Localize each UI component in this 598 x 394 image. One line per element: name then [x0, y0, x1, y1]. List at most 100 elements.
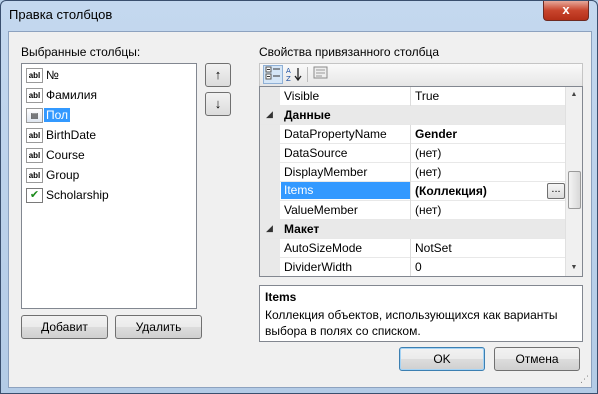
column-list-item-label: Scholarship [46, 188, 109, 202]
property-value[interactable]: True [415, 89, 439, 103]
scrollbar-thumb[interactable] [568, 171, 581, 209]
property-row[interactable]: Visible True [260, 87, 566, 106]
column-list-item[interactable]: abl BirthDate [24, 126, 194, 144]
property-column-divider[interactable] [410, 239, 411, 258]
ok-button[interactable]: OK [399, 347, 485, 371]
property-value[interactable]: Gender [415, 127, 457, 141]
property-column-divider[interactable] [410, 87, 411, 106]
arrow-up-icon: ↑ [214, 67, 222, 82]
categorized-icon [265, 66, 280, 80]
alphabetical-sort-icon: A Z [286, 67, 302, 83]
property-column-divider[interactable] [410, 201, 411, 220]
collapse-triangle-icon[interactable]: ◢ [266, 109, 273, 120]
move-up-button[interactable]: ↑ [205, 63, 231, 87]
property-row-margin [260, 258, 280, 276]
text-box-icon: abl [26, 168, 43, 183]
property-row[interactable]: DataPropertyName Gender [260, 125, 566, 144]
property-name: Items [281, 182, 410, 199]
property-category-row[interactable]: ◢ Данные [260, 106, 566, 125]
property-value[interactable]: 0 [415, 260, 422, 274]
column-list-item[interactable]: ▤ Пол [24, 106, 194, 124]
add-button[interactable]: Добавит [21, 315, 108, 339]
property-column-divider[interactable] [410, 125, 411, 144]
property-name: DataSource [284, 146, 348, 160]
property-grid[interactable]: Visible True ◢ Данные DataPropertyName Gender… [259, 86, 583, 277]
column-list-item-label: Course [46, 148, 85, 162]
text-box-icon: abl [26, 68, 43, 83]
column-list-item-label: Фамилия [46, 88, 97, 102]
property-pages-button[interactable] [312, 66, 330, 83]
column-list-item[interactable]: abl Фамилия [24, 86, 194, 104]
column-list-item[interactable]: abl Group [24, 166, 194, 184]
column-list-item-label: Пол [44, 108, 71, 122]
property-name: DisplayMember [284, 165, 368, 179]
property-column-divider[interactable] [410, 144, 411, 163]
cancel-button[interactable]: Отмена [494, 347, 580, 371]
column-list-item[interactable]: abl Course [24, 146, 194, 164]
property-row-margin [260, 144, 280, 163]
ellipsis-button[interactable]: ... [547, 183, 565, 199]
collapse-triangle-icon[interactable]: ◢ [266, 223, 273, 234]
title-bar[interactable]: Правка столбцов x [1, 1, 597, 29]
property-row-margin [260, 201, 280, 220]
scroll-down-arrow-icon[interactable]: ▼ [566, 260, 582, 276]
property-row[interactable]: Items (Коллекция)... [260, 182, 566, 201]
property-row-margin [260, 182, 280, 201]
column-list-item-label: № [46, 68, 59, 82]
property-name: DividerWidth [284, 260, 353, 274]
property-category-row[interactable]: ◢ Макет [260, 220, 566, 239]
svg-text:Z: Z [286, 75, 291, 82]
property-row[interactable]: DividerWidth 0 [260, 258, 566, 276]
property-row-margin [260, 87, 280, 106]
property-value[interactable]: (Коллекция) [415, 184, 487, 198]
property-category-name: Макет [284, 222, 320, 236]
window-title: Правка столбцов [9, 7, 113, 22]
checkbox-icon: ✔ [26, 188, 43, 203]
resize-grip-icon[interactable]: ⋰ [580, 374, 589, 385]
combo-box-icon: ▤ [26, 108, 43, 123]
column-list-item[interactable]: abl № [24, 66, 194, 84]
arrow-down-icon: ↓ [214, 96, 222, 111]
property-value[interactable]: NotSet [415, 241, 452, 255]
property-category-name: Данные [284, 108, 331, 122]
categorized-button[interactable] [263, 65, 283, 84]
close-button[interactable]: x [543, 1, 589, 21]
move-down-button[interactable]: ↓ [205, 92, 231, 116]
text-box-icon: abl [26, 88, 43, 103]
dialog-client-area: Выбранные столбцы: abl № abl Фамилия ▤ Пол abl… [8, 31, 592, 388]
property-row[interactable]: DataSource (нет) [260, 144, 566, 163]
property-row-margin [260, 125, 280, 144]
property-value[interactable]: (нет) [415, 165, 441, 179]
selected-columns-list[interactable]: abl № abl Фамилия ▤ Пол abl BirthDate abl Course a… [21, 63, 197, 309]
bound-column-properties-label: Свойства привязанного столбца [259, 45, 440, 59]
property-row[interactable]: AutoSizeMode NotSet [260, 239, 566, 258]
property-name: Visible [284, 89, 320, 103]
close-icon: x [562, 2, 570, 17]
column-list-item[interactable]: ✔ Scholarship [24, 186, 194, 204]
property-column-divider[interactable] [410, 163, 411, 182]
property-row[interactable]: DisplayMember (нет) [260, 163, 566, 182]
property-column-divider[interactable] [410, 258, 411, 276]
property-value[interactable]: (нет) [415, 203, 441, 217]
property-name: ValueMember [284, 203, 358, 217]
property-column-divider[interactable] [410, 182, 411, 201]
property-grid-toolbar: A Z [259, 63, 583, 87]
column-list-item-label: BirthDate [46, 128, 97, 142]
property-value[interactable]: (нет) [415, 146, 441, 160]
help-title: Items [265, 290, 297, 304]
property-name: DataPropertyName [284, 127, 387, 141]
svg-text:A: A [286, 67, 291, 75]
property-row-margin [260, 163, 280, 182]
remove-button[interactable]: Удалить [115, 315, 202, 339]
scroll-up-arrow-icon[interactable]: ▲ [566, 87, 582, 103]
property-row[interactable]: ValueMember (нет) [260, 201, 566, 220]
alphabetical-button[interactable]: A Z [285, 66, 303, 83]
property-name: AutoSizeMode [284, 241, 363, 255]
property-pages-icon [313, 66, 328, 79]
property-row-margin [260, 239, 280, 258]
help-description: Коллекция объектов, использующихся как в… [265, 308, 558, 338]
column-list-item-label: Group [46, 168, 80, 182]
property-help-panel: Items Коллекция объектов, использующихся… [259, 285, 583, 342]
dialog-window: Правка столбцов x Выбранные столбцы: abl… [0, 0, 598, 394]
property-grid-scrollbar[interactable]: ▲ ▼ [565, 87, 582, 276]
